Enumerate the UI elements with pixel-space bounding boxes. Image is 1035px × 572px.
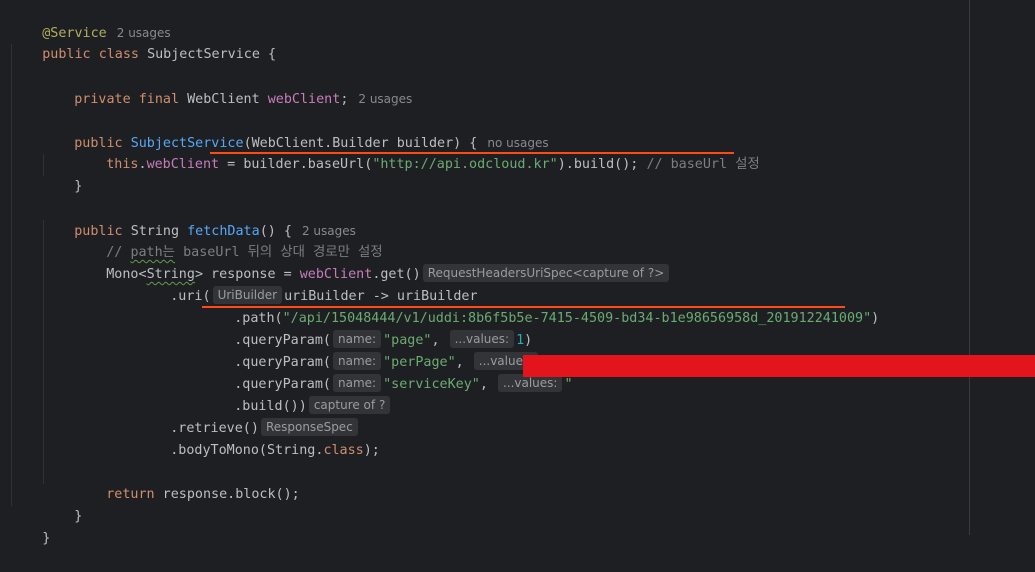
return-rest: response.block(); xyxy=(154,487,300,502)
keyword: class xyxy=(98,47,139,62)
code-line-4[interactable]: private final WebClient webClient; 2 usag… xyxy=(42,66,412,107)
keyword: private xyxy=(74,92,131,107)
code-line-7[interactable]: this.webClient = builder.baseUrl("http:/… xyxy=(74,132,760,172)
keyword: return xyxy=(106,487,155,502)
comma: , xyxy=(479,377,496,392)
code-line-8[interactable]: } xyxy=(42,154,82,194)
redaction-box xyxy=(523,355,1035,377)
code-line-2[interactable]: public class SubjectService { xyxy=(10,22,276,62)
assign: = xyxy=(219,157,244,172)
code-line-6[interactable]: public SubjectService(WebClient.Builder … xyxy=(42,110,548,151)
param-key: "serviceKey" xyxy=(383,377,480,392)
code-line-14[interactable]: .path("/api/15048444/v1/uddi:8b6f5b5e-74… xyxy=(202,286,879,326)
brace: { xyxy=(259,47,277,62)
code-line-13[interactable]: .uri(UriBuilder uriBuilder -> uriBuilder xyxy=(138,264,478,304)
body-to-mono-call: .bodyToMono(String. xyxy=(170,443,324,458)
code-line-20[interactable]: .bodyToMono(String.class); xyxy=(138,418,380,458)
build-call: ).build(); xyxy=(557,157,639,172)
brace: } xyxy=(42,531,51,546)
brace: } xyxy=(74,179,83,194)
param-value-start: " xyxy=(564,377,573,392)
keyword: this xyxy=(106,157,139,172)
indent-guide xyxy=(11,44,12,506)
keyword: public xyxy=(42,47,91,62)
code-line-17[interactable]: .queryParam(name: "serviceKey", ...values… xyxy=(202,352,573,392)
code-line-16[interactable]: .queryParam(name:"perPage", ...values:1) xyxy=(202,330,556,370)
code-line-24[interactable]: } xyxy=(10,506,50,546)
usage-hint[interactable]: 2 usages xyxy=(358,92,412,106)
code-line-12[interactable]: Mono<String> response = webClient.get() R… xyxy=(74,242,671,282)
code-line-22[interactable]: return response.block(); xyxy=(74,462,300,502)
right-margin-guide xyxy=(969,0,970,535)
body-rest: ); xyxy=(363,443,380,458)
code-line-1[interactable]: @Service 2 usages xyxy=(10,0,170,41)
code-editor[interactable]: @Service 2 usages public class SubjectSer… xyxy=(0,0,1035,546)
comment: // baseUrl 설정 xyxy=(646,157,760,172)
field-name: webClient xyxy=(146,157,220,172)
class-name: SubjectService xyxy=(147,47,260,62)
highlight-underline xyxy=(210,152,734,154)
brace: } xyxy=(74,509,83,524)
close-paren: ) xyxy=(871,311,880,326)
code-line-10[interactable]: public String fetchData() {2 usages xyxy=(42,198,356,239)
code-line-23[interactable]: } xyxy=(42,484,82,524)
builder-call: builder.baseUrl( xyxy=(243,157,373,172)
code-line-18[interactable]: .build()) capture of ? xyxy=(202,374,392,414)
code-line-15[interactable]: .queryParam(name: "page", ...values: 1) xyxy=(202,308,532,348)
keyword: final xyxy=(138,92,180,107)
field-name: webClient xyxy=(267,92,341,107)
type-name: WebClient xyxy=(187,92,260,107)
semicolon: ; xyxy=(340,92,349,107)
code-line-11[interactable]: // path는 baseUrl 뒤의 상대 경로만 설정 xyxy=(74,220,382,260)
code-line-19[interactable]: .retrieve() ResponseSpec xyxy=(138,396,360,436)
dot: . xyxy=(138,157,147,172)
base-url-string: "http://api.odcloud.kr" xyxy=(372,157,558,172)
keyword: class xyxy=(323,443,364,458)
